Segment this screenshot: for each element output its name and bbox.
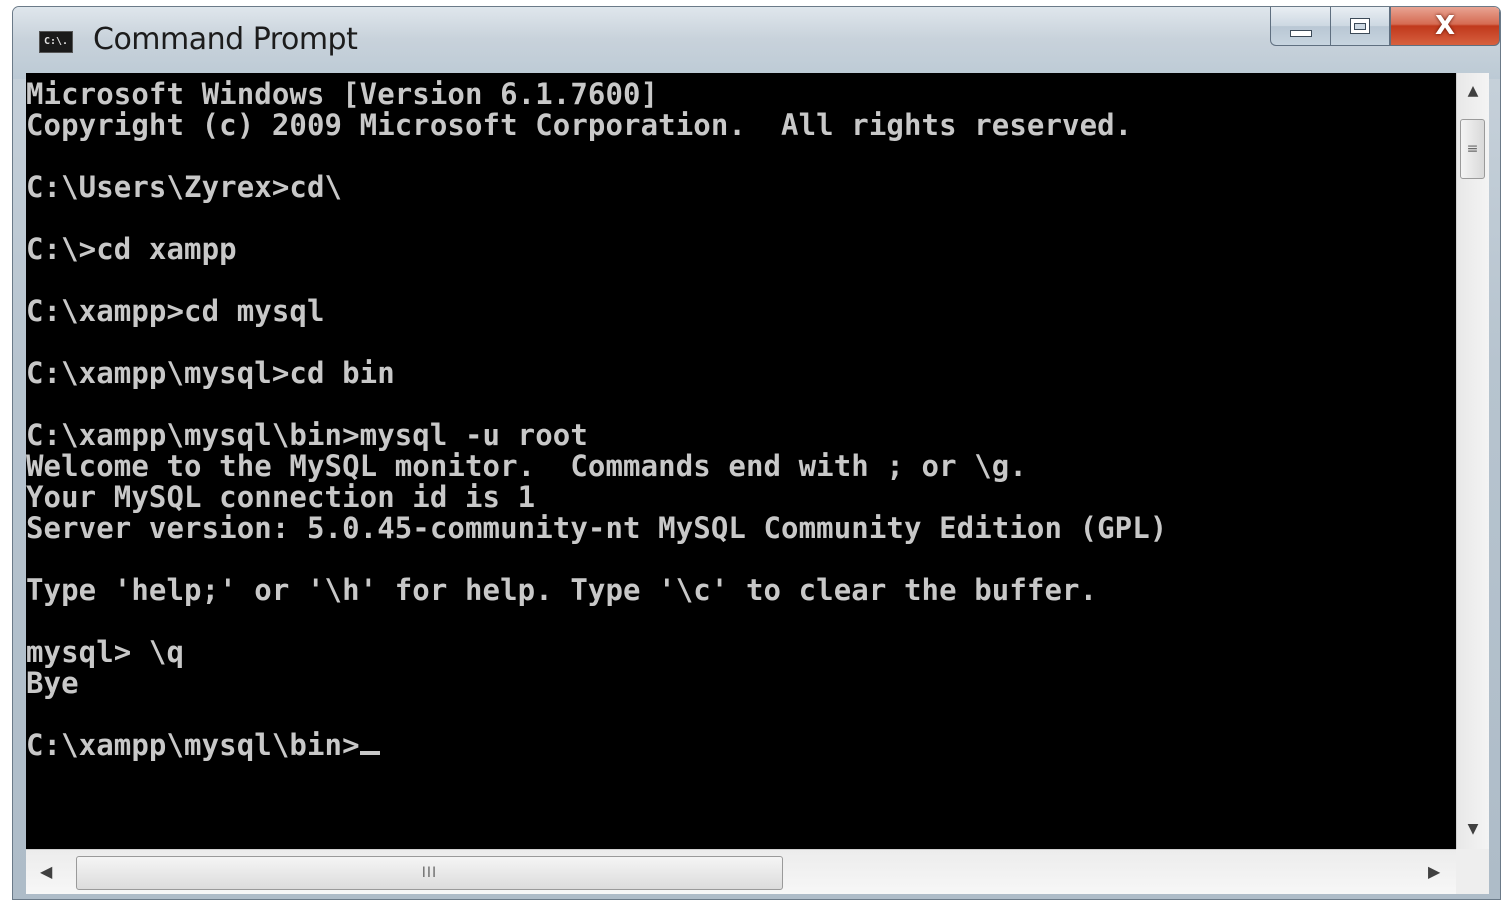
cmd-icon[interactable]: C:\. <box>39 31 73 53</box>
console-line: C:\xampp\mysql\bin>mysql -u root <box>26 418 588 452</box>
console-text: Microsoft Windows [Version 6.1.7600] Copy… <box>26 79 1167 761</box>
console-output[interactable]: Microsoft Windows [Version 6.1.7600] Copy… <box>26 73 1456 849</box>
minimize-button[interactable] <box>1270 7 1330 46</box>
console-line: Microsoft Windows [Version 6.1.7600] <box>26 77 659 111</box>
maximize-button[interactable] <box>1330 7 1390 46</box>
console-line: Your MySQL connection id is 1 <box>26 480 536 514</box>
console-line: Welcome to the MySQL monitor. Commands e… <box>26 449 1027 483</box>
close-icon: X <box>1434 11 1456 41</box>
window-title: Command Prompt <box>93 22 358 57</box>
scrollbar-corner <box>1456 849 1489 894</box>
scroll-up-arrow-icon[interactable]: ▲ <box>1457 83 1489 99</box>
minimize-icon <box>1289 29 1312 37</box>
grip-icon: III <box>421 865 438 881</box>
title-bar[interactable]: C:\. Command Prompt X <box>13 7 1500 79</box>
maximize-icon <box>1350 18 1370 34</box>
close-button[interactable]: X <box>1390 7 1500 46</box>
console-line: mysql> \q <box>26 635 185 669</box>
horizontal-scroll-thumb[interactable]: III <box>76 856 783 890</box>
console-line: C:\xampp\mysql>cd bin <box>26 356 395 390</box>
console-line: C:\>cd xampp <box>26 232 237 266</box>
caption-buttons: X <box>1270 7 1500 46</box>
console-line: Bye <box>26 666 79 700</box>
console-line: C:\xampp\mysql\bin> <box>26 730 1167 761</box>
text-cursor <box>359 751 380 755</box>
horizontal-scrollbar[interactable]: ◀ III ▶ <box>26 849 1456 894</box>
grip-icon: ≡ <box>1466 141 1479 157</box>
scroll-left-arrow-icon[interactable]: ◀ <box>40 862 52 881</box>
console-line: Copyright (c) 2009 Microsoft Corporation… <box>26 108 1133 142</box>
scroll-down-arrow-icon[interactable]: ▼ <box>1457 821 1489 837</box>
vertical-scrollbar[interactable]: ▲ ≡ ▼ <box>1456 73 1489 849</box>
console-line: C:\xampp>cd mysql <box>26 294 325 328</box>
console-line: Server version: 5.0.45-community-nt MySQ… <box>26 511 1168 545</box>
scroll-right-arrow-icon[interactable]: ▶ <box>1428 862 1440 881</box>
console-line: C:\Users\Zyrex>cd\ <box>26 170 343 204</box>
console-line: Type 'help;' or '\h' for help. Type '\c'… <box>26 573 1098 607</box>
vertical-scroll-thumb[interactable]: ≡ <box>1460 119 1485 179</box>
